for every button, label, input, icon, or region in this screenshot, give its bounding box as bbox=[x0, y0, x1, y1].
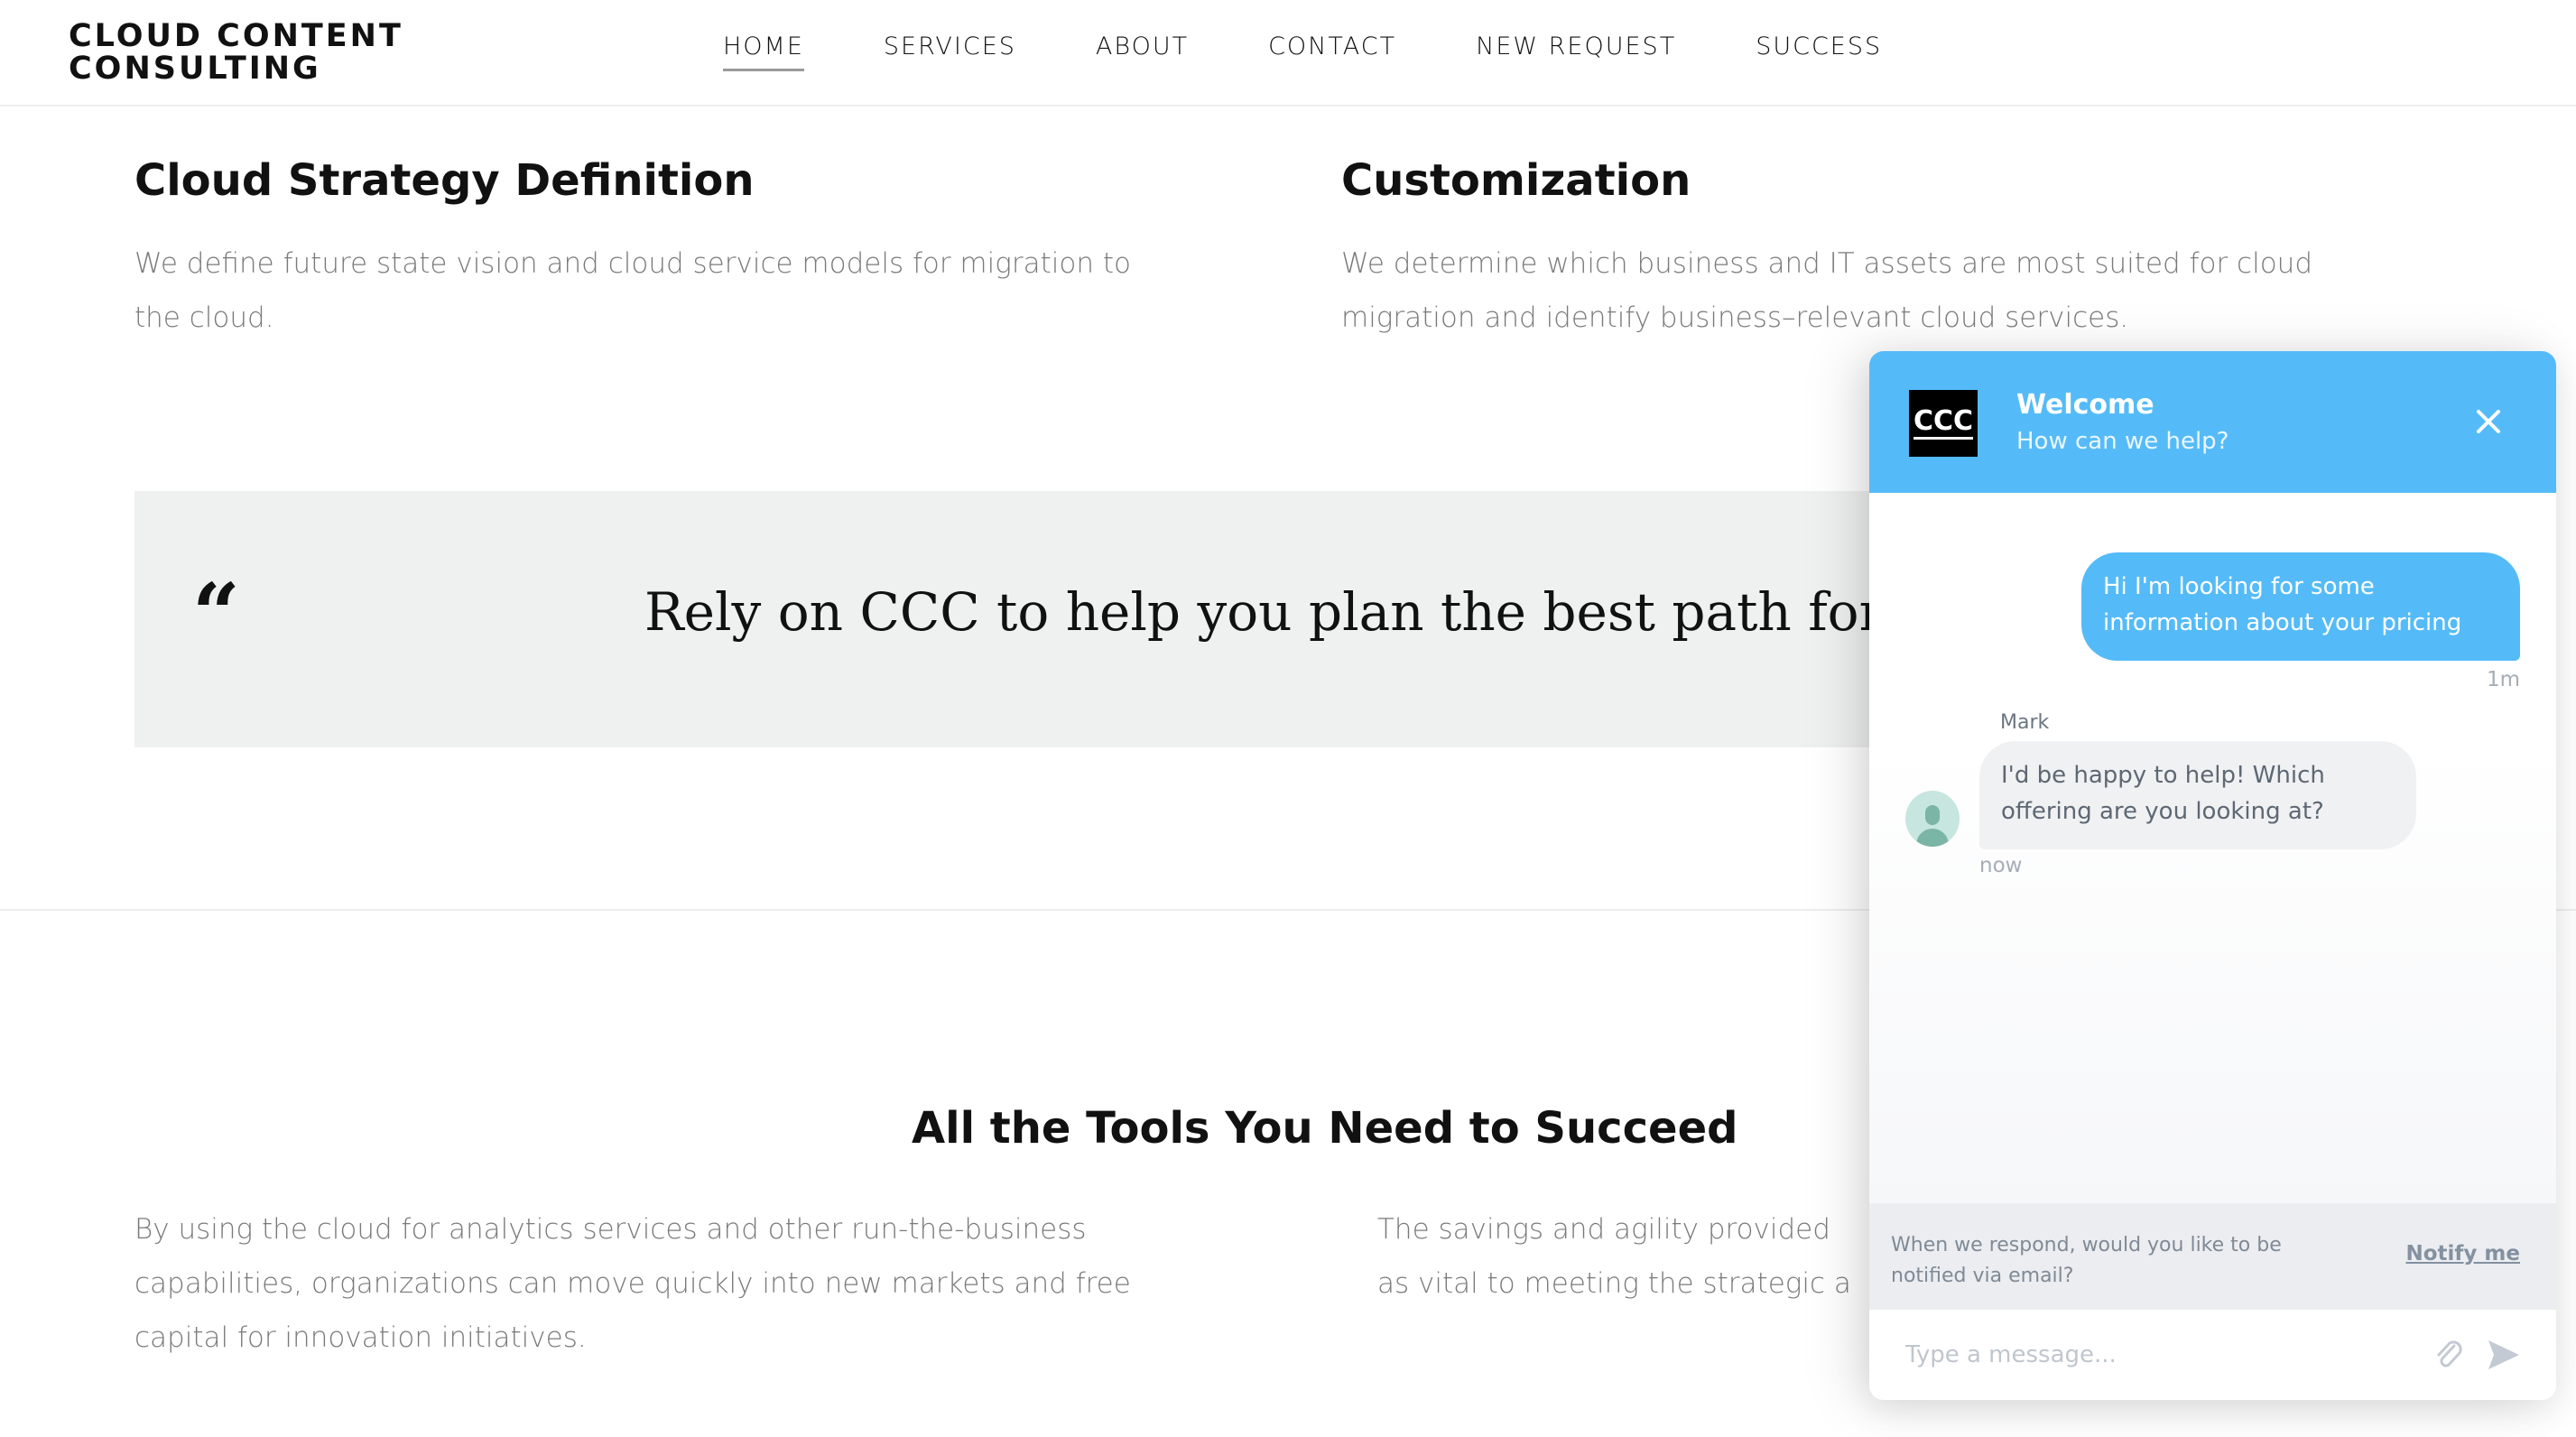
tools-text-left: By using the cloud for analytics service… bbox=[134, 1202, 1131, 1365]
send-button[interactable] bbox=[2485, 1339, 2521, 1371]
send-icon bbox=[2488, 1340, 2519, 1369]
avatar-person-icon bbox=[1925, 805, 1940, 825]
nav-contact[interactable]: CONTACT bbox=[1258, 32, 1406, 71]
tools-text-line: By using the cloud for analytics service… bbox=[134, 1213, 1087, 1246]
tools-title: All the Tools You Need to Succeed bbox=[912, 1103, 1738, 1154]
quote-mark-icon: “ bbox=[192, 565, 240, 663]
quote-block: “ Rely on CCC to help you plan the best … bbox=[134, 491, 2018, 747]
nav-success[interactable]: SUCCESS bbox=[1746, 32, 1892, 71]
chat-widget: CCC Welcome How can we help? Hi I'm look… bbox=[1869, 351, 2556, 1400]
service-text-line: We determine which business and IT asset… bbox=[1341, 247, 2312, 280]
logo-line-1: CLOUD CONTENT bbox=[69, 18, 403, 54]
notify-prompt: When we respond, would you like to be no… bbox=[1891, 1234, 2282, 1287]
site-logo[interactable]: CLOUD CONTENT CONSULTING bbox=[69, 20, 403, 85]
logo-line-2: CONSULTING bbox=[69, 51, 321, 87]
message-input[interactable] bbox=[1905, 1331, 2411, 1378]
tools-text-line: The savings and agility provided bbox=[1377, 1213, 1830, 1246]
agent-avatar bbox=[1905, 791, 1960, 847]
service-title-strategy: Cloud Strategy Definition bbox=[134, 155, 755, 206]
nav-about[interactable]: ABOUT bbox=[1086, 32, 1199, 71]
service-text-line: migration and identify business–relevant… bbox=[1341, 301, 2129, 334]
close-icon bbox=[2477, 410, 2500, 433]
agent-name: Mark bbox=[2000, 711, 2050, 734]
nav-new-request[interactable]: NEW REQUEST bbox=[1466, 32, 1686, 71]
chat-messages: Hi I'm looking for some information abou… bbox=[1869, 493, 2556, 1203]
nav-services[interactable]: SERVICES bbox=[874, 32, 1026, 71]
user-message-time: 1m bbox=[2486, 668, 2520, 691]
agent-message-bubble: I'd be happy to help! Which offering are… bbox=[1979, 741, 2416, 849]
user-message-bubble: Hi I'm looking for some information abou… bbox=[2081, 552, 2520, 661]
service-text-strategy: We define future state vision and cloud … bbox=[134, 236, 1131, 345]
chat-logo-text: CCC bbox=[1913, 407, 1974, 440]
service-text-line: We define future state vision and cloud … bbox=[134, 247, 1131, 280]
notify-bar: When we respond, would you like to be no… bbox=[1869, 1203, 2556, 1310]
service-text-line: the cloud. bbox=[134, 301, 274, 334]
message-composer bbox=[1869, 1310, 2556, 1400]
chat-title: Welcome bbox=[2016, 389, 2154, 421]
chat-subtitle: How can we help? bbox=[2016, 428, 2229, 455]
chat-header: CCC Welcome How can we help? bbox=[1869, 351, 2556, 493]
paperclip-icon bbox=[2437, 1340, 2462, 1367]
site-header: CLOUD CONTENT CONSULTING HOME SERVICES A… bbox=[0, 0, 2576, 107]
quote-text: Rely on CCC to help you plan the best pa… bbox=[644, 581, 2019, 643]
nav-home[interactable]: HOME bbox=[713, 32, 814, 71]
agent-message-time: now bbox=[1979, 854, 2023, 877]
main-nav: HOME SERVICES ABOUT CONTACT NEW REQUEST … bbox=[713, 32, 1951, 71]
service-text-customization: We determine which business and IT asset… bbox=[1341, 236, 2312, 345]
close-chat-button[interactable] bbox=[2465, 398, 2512, 445]
tools-text-right: The savings and agility provided as vita… bbox=[1377, 1202, 1851, 1311]
chat-brand-logo: CCC bbox=[1909, 390, 1978, 457]
notify-me-link[interactable]: Notify me bbox=[2406, 1242, 2521, 1265]
attach-button[interactable] bbox=[2431, 1337, 2467, 1373]
service-title-customization: Customization bbox=[1341, 155, 1691, 206]
tools-text-line: as vital to meeting the strategic a bbox=[1377, 1267, 1851, 1300]
tools-text-line: capabilities, organizations can move qui… bbox=[134, 1267, 1131, 1300]
tools-text-line: capital for innovation initiatives. bbox=[134, 1321, 587, 1354]
